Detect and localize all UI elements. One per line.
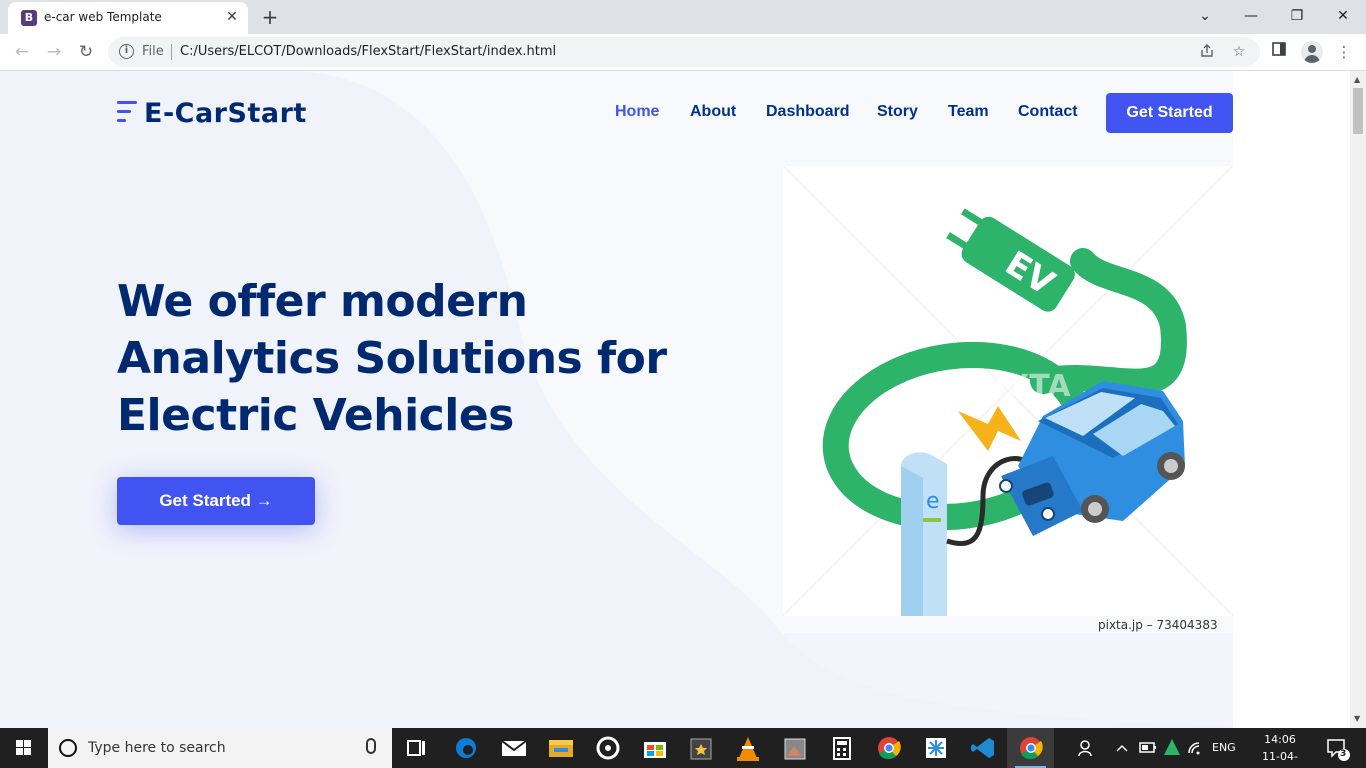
site-brand: E-CarStart	[144, 98, 307, 129]
show-hidden-icons-chevron-icon[interactable]	[1114, 728, 1130, 768]
nav-team[interactable]: Team	[948, 103, 989, 121]
browser-tabstrip: B e-car web Template ✕ + ⌄ — ❐ ✕	[0, 0, 1366, 34]
hero-title-line: Electric Vehicles	[117, 390, 514, 441]
logo-mark-icon	[117, 101, 139, 127]
scroll-down-arrow-icon[interactable]: ▼	[1354, 714, 1360, 723]
reload-button[interactable]: ↻	[74, 40, 98, 64]
wifi-icon[interactable]	[1186, 728, 1206, 768]
menu-icon[interactable]: ⋮	[1333, 41, 1355, 63]
charger-label: e	[926, 489, 940, 514]
vlc-icon[interactable]	[725, 728, 772, 768]
back-button[interactable]: ←	[10, 40, 34, 64]
forward-button[interactable]: →	[42, 40, 66, 64]
clock-time: 14:06	[1264, 733, 1296, 746]
image-credit: pixta.jp – 73404383	[1098, 618, 1218, 632]
scroll-thumb[interactable]	[1353, 88, 1363, 134]
minimize-button[interactable]: —	[1228, 4, 1274, 28]
vscode-icon[interactable]	[960, 728, 1007, 768]
snowflake-app-icon[interactable]	[913, 728, 960, 768]
new-tab-button[interactable]: +	[258, 5, 282, 29]
language-indicator[interactable]: ENG	[1212, 728, 1240, 768]
side-panel-icon[interactable]	[1268, 41, 1290, 63]
edge-icon[interactable]	[443, 728, 490, 768]
scroll-up-arrow-icon[interactable]: ▲	[1354, 75, 1360, 84]
nav-contact[interactable]: Contact	[1018, 103, 1078, 121]
clock-date: 11-04-2023	[1262, 750, 1298, 768]
nav-about[interactable]: About	[690, 103, 736, 121]
taskbar-clock[interactable]: 14:06 11-04-2023	[1252, 731, 1308, 768]
ev-charging-illustration: EV e PIXTA	[782, 165, 1234, 641]
media-icon[interactable]	[584, 728, 631, 768]
tab-title: e-car web Template	[44, 10, 162, 24]
hero-title-line: We offer modern	[117, 276, 528, 327]
file-explorer-icon[interactable]	[537, 728, 584, 768]
tab-search-icon[interactable]: ⌄	[1182, 4, 1228, 28]
page-viewport: E-CarStart Home About Dashboard Story Te…	[0, 71, 1350, 728]
hero-get-started-button[interactable]: Get Started →	[117, 477, 315, 525]
microphone-icon[interactable]	[366, 738, 376, 754]
close-window-button[interactable]: ✕	[1320, 4, 1366, 28]
hero-title: We offer modern Analytics Solutions for …	[117, 273, 677, 444]
pixta-watermark: PIXTA	[973, 369, 1071, 404]
cortana-icon	[59, 739, 77, 757]
address-bar[interactable]: i File C:/Users/ELCOT/Downloads/FlexStar…	[108, 37, 1260, 67]
file-scheme-label: File	[142, 44, 164, 59]
header-get-started-button[interactable]: Get Started	[1106, 93, 1233, 133]
movie-icon[interactable]	[678, 728, 725, 768]
nav-story[interactable]: Story	[877, 103, 918, 121]
notification-center-icon[interactable]: 3	[1322, 728, 1352, 768]
star-icon[interactable]: ☆	[1230, 43, 1248, 61]
share-icon[interactable]	[1198, 43, 1216, 61]
mail-icon[interactable]	[490, 728, 537, 768]
task-view-icon[interactable]	[393, 728, 440, 768]
people-icon[interactable]	[1076, 728, 1096, 768]
photo-icon[interactable]	[772, 728, 819, 768]
profile-icon[interactable]	[1301, 41, 1323, 63]
page-scrollbar[interactable]: ▲ ▼	[1350, 71, 1366, 728]
store-icon[interactable]	[631, 728, 678, 768]
url-text[interactable]: C:/Users/ELCOT/Downloads/FlexStart/FlexS…	[180, 44, 556, 59]
info-icon[interactable]: i	[119, 44, 134, 59]
chrome-icon[interactable]	[866, 728, 913, 768]
battery-icon[interactable]	[1138, 728, 1158, 768]
chrome-active-icon[interactable]	[1007, 728, 1054, 768]
tab-close-icon[interactable]: ✕	[224, 9, 240, 25]
browser-tab[interactable]: B e-car web Template ✕	[8, 2, 248, 34]
browser-toolbar: ← → ↻ i File C:/Users/ELCOT/Downloads/Fl…	[0, 34, 1366, 71]
green-triangle-app-icon[interactable]	[1162, 728, 1182, 768]
windows-taskbar: Type here to search ENG 14:06 11-04- 3	[0, 728, 1366, 768]
hero-title-line: Analytics Solutions for	[117, 333, 667, 384]
omnibox-divider	[171, 44, 172, 60]
nav-home[interactable]: Home	[615, 103, 659, 121]
taskbar-search-box[interactable]: Type here to search	[48, 728, 392, 768]
restore-button[interactable]: ❐	[1274, 4, 1320, 28]
notification-count: 3	[1340, 749, 1347, 759]
nav-dashboard[interactable]: Dashboard	[766, 103, 850, 121]
calculator-icon[interactable]	[819, 728, 866, 768]
bootstrap-favicon-icon: B	[21, 10, 37, 26]
windows-start-icon[interactable]	[0, 728, 48, 768]
taskbar-search-placeholder: Type here to search	[88, 740, 226, 756]
